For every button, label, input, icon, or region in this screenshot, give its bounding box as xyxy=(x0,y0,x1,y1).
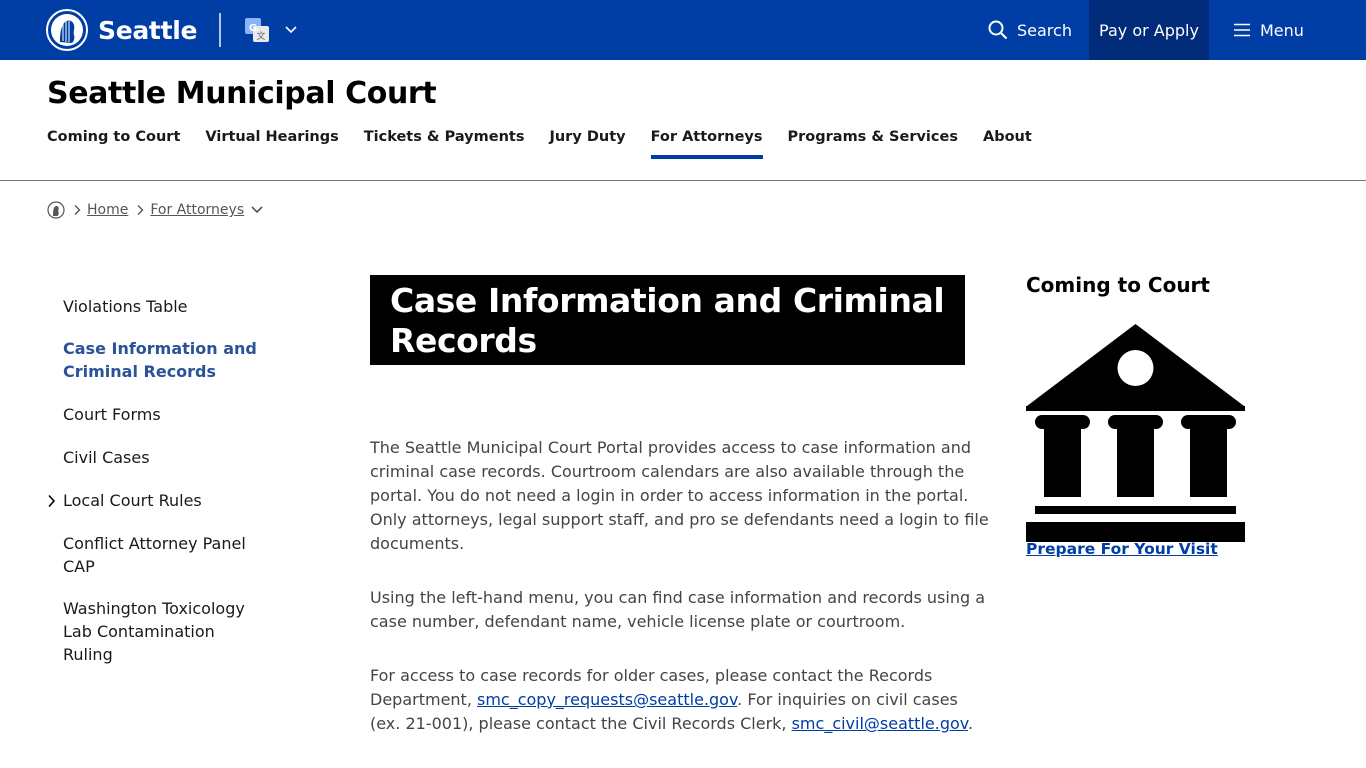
section-nav-item-label: Local Court Rules xyxy=(63,491,202,510)
nav-jury-duty[interactable]: Jury Duty xyxy=(549,129,625,159)
google-translate-icon: G 文 xyxy=(245,18,269,42)
section-nav-item-civil-cases[interactable]: Civil Cases xyxy=(47,446,267,469)
main-content: The Seattle Municipal Court Portal provi… xyxy=(370,436,990,766)
pay-or-apply-button[interactable]: Pay or Apply xyxy=(1089,0,1209,60)
chevron-right-icon[interactable] xyxy=(47,494,56,508)
prepare-visit-link[interactable]: Prepare For Your Visit xyxy=(1026,540,1218,558)
courthouse-icon[interactable] xyxy=(1026,322,1245,542)
nav-for-attorneys[interactable]: For Attorneys xyxy=(650,129,763,159)
top-bar: Seattle G 文 Search Pay or Apply Menu xyxy=(0,0,1366,60)
nav-virtual-hearings[interactable]: Virtual Hearings xyxy=(205,129,338,159)
page-heading-banner: Case Information and Criminal Records xyxy=(370,275,965,365)
section-nav-item-court-forms[interactable]: Court Forms xyxy=(47,403,267,426)
content-paragraph: Using the left-hand menu, you can find c… xyxy=(370,588,986,631)
site-title[interactable]: Seattle Municipal Court xyxy=(47,76,437,111)
search-button[interactable]: Search xyxy=(988,0,1072,60)
seattle-seal-icon[interactable] xyxy=(47,201,65,219)
breadcrumb-separator-icon xyxy=(73,204,81,216)
translate-button[interactable]: G 文 xyxy=(244,17,298,43)
nav-programs-services[interactable]: Programs & Services xyxy=(788,129,958,159)
chevron-down-icon[interactable] xyxy=(250,205,264,215)
section-nav-item-violations-table[interactable]: Violations Table xyxy=(47,295,267,318)
breadcrumb: Home For Attorneys xyxy=(47,201,264,219)
search-icon xyxy=(988,20,1008,40)
seattle-seal-icon xyxy=(46,9,88,51)
breadcrumb-separator-icon xyxy=(136,204,144,216)
breadcrumb-for-attorneys[interactable]: For Attorneys xyxy=(150,202,244,218)
section-nav: Violations Table Case Information and Cr… xyxy=(47,295,267,666)
records-email-link[interactable]: smc_copy_requests@seattle.gov xyxy=(477,690,737,709)
menu-label: Menu xyxy=(1260,20,1304,40)
logo-text: Seattle xyxy=(98,15,198,45)
svg-text:文: 文 xyxy=(256,30,265,42)
chevron-down-icon xyxy=(285,26,297,34)
nav-tickets-payments[interactable]: Tickets & Payments xyxy=(364,129,525,159)
section-nav-item-conflict-attorney-panel[interactable]: Conflict Attorney Panel CAP xyxy=(47,532,267,578)
breadcrumb-home[interactable]: Home xyxy=(87,202,128,218)
section-nav-item-case-information[interactable]: Case Information and Criminal Records xyxy=(47,337,267,383)
section-nav-item-toxicology-ruling[interactable]: Washington Toxicology Lab Contamination … xyxy=(47,597,267,666)
content-paragraph: For access to case records for older cas… xyxy=(370,664,990,736)
sidebar-title: Coming to Court xyxy=(1026,273,1210,297)
seattle-logo[interactable]: Seattle xyxy=(46,8,197,52)
page-title: Case Information and Criminal Records xyxy=(390,281,945,360)
nav-coming-to-court[interactable]: Coming to Court xyxy=(47,129,180,159)
main-nav: Coming to Court Virtual Hearings Tickets… xyxy=(47,129,1057,159)
paragraph-text: . xyxy=(968,714,974,733)
nav-about[interactable]: About xyxy=(983,129,1032,159)
menu-button[interactable]: Menu xyxy=(1234,0,1304,60)
logo-divider xyxy=(219,13,221,47)
section-nav-item-local-court-rules[interactable]: Local Court Rules xyxy=(47,489,267,512)
content-paragraph: The Seattle Municipal Court Portal provi… xyxy=(370,438,989,553)
civil-email-link[interactable]: smc_civil@seattle.gov xyxy=(792,714,968,733)
hamburger-menu-icon xyxy=(1234,23,1250,37)
header-divider xyxy=(0,180,1366,181)
search-label: Search xyxy=(1017,20,1072,40)
